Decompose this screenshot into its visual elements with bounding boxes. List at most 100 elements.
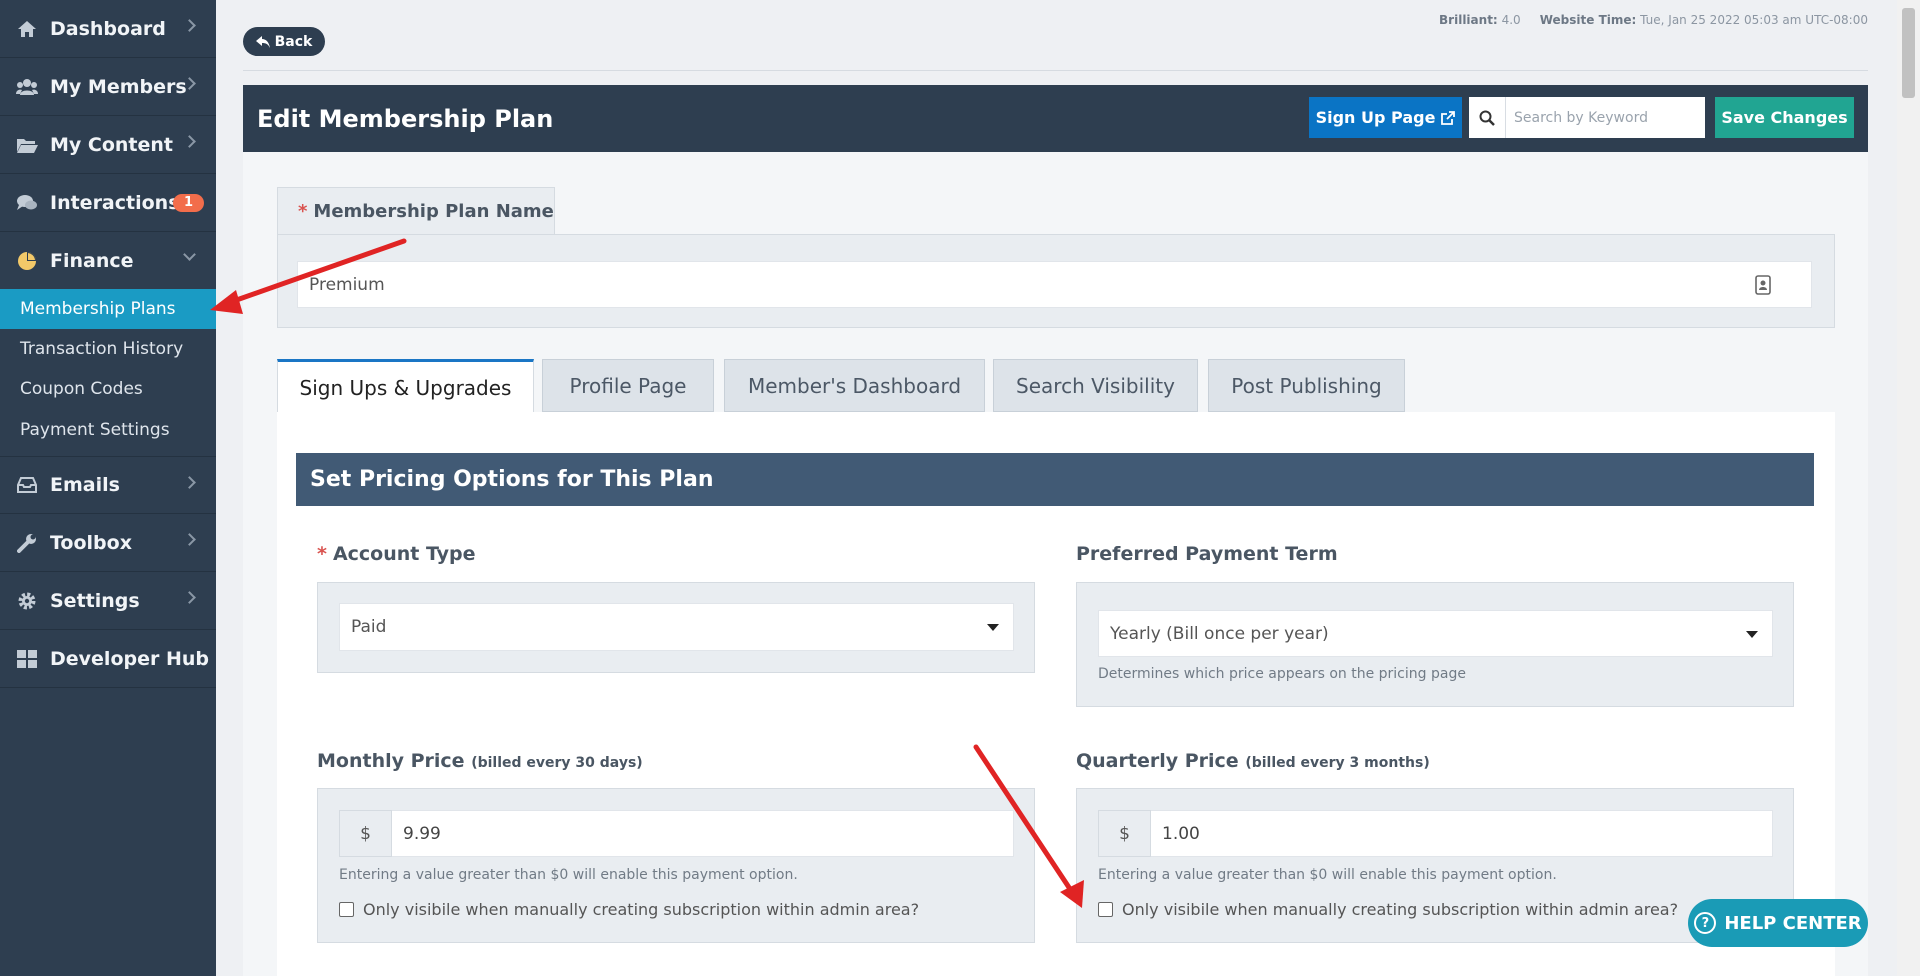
account-type-panel: Paid	[317, 582, 1035, 673]
monthly-price-label: Monthly Price (billed every 30 days)	[317, 750, 643, 772]
monthly-admin-only-checkbox-row: Only visibile when manually creating sub…	[339, 900, 919, 919]
chevron-right-icon	[183, 533, 196, 546]
question-icon: ?	[1694, 912, 1717, 934]
chevron-right-icon	[183, 135, 196, 148]
finance-submenu: Membership Plans Transaction History Cou…	[0, 289, 216, 455]
quarterly-price-label: Quarterly Price (billed every 3 months)	[1076, 750, 1430, 772]
version-value: 4.0	[1501, 13, 1521, 27]
account-type-value: Paid	[351, 617, 387, 637]
sidebar-subitem-membership-plans[interactable]: Membership Plans	[0, 289, 216, 329]
quarterly-admin-only-checkbox[interactable]	[1098, 902, 1113, 917]
required-marker: *	[298, 201, 308, 222]
help-center-button[interactable]: ? HELP CENTER	[1688, 899, 1868, 947]
chevron-down-icon	[183, 248, 196, 261]
sidebar-item-settings[interactable]: Settings	[0, 572, 216, 630]
scrollbar[interactable]	[1897, 0, 1920, 976]
plan-name-value: Premium	[309, 274, 385, 295]
payment-term-help: Determines which price appears on the pr…	[1098, 666, 1466, 682]
caret-down-icon	[987, 624, 999, 631]
payment-term-label: Preferred Payment Term	[1076, 543, 1338, 565]
sidebar-item-label: Dashboard	[50, 17, 166, 40]
sidebar: Dashboard My Members My Content Interact…	[0, 0, 216, 976]
monthly-admin-only-checkbox[interactable]	[339, 902, 354, 917]
save-changes-button[interactable]: Save Changes	[1715, 97, 1854, 138]
reply-icon	[255, 35, 270, 48]
wrench-icon	[16, 533, 38, 553]
currency-addon: $	[339, 810, 392, 857]
sidebar-item-label: Emails	[50, 474, 120, 496]
payment-term-value: Yearly (Bill once per year)	[1110, 623, 1329, 644]
sidebar-item-my-members[interactable]: My Members	[0, 58, 216, 116]
account-type-label: * Account Type	[317, 543, 476, 565]
monthly-price-group: $ 9.99	[339, 810, 1014, 857]
website-time-label: Website Time:	[1539, 13, 1637, 27]
tab-sign-ups-upgrades[interactable]: Sign Ups & Upgrades	[277, 359, 534, 413]
pie-chart-icon	[16, 251, 38, 271]
quarterly-price-input[interactable]: 1.00	[1151, 810, 1773, 857]
scrollbar-thumb[interactable]	[1902, 8, 1915, 98]
monthly-price-panel: $ 9.99 Entering a value greater than $0 …	[317, 788, 1035, 943]
back-label: Back	[274, 33, 313, 50]
monthly-price-sublabel: (billed every 30 days)	[471, 755, 643, 771]
plan-name-label: * Membership Plan Name	[277, 187, 555, 235]
tab-profile-page[interactable]: Profile Page	[542, 359, 714, 412]
chevron-right-icon	[183, 476, 196, 489]
currency-addon: $	[1098, 810, 1151, 857]
page-title: Edit Membership Plan	[257, 105, 554, 133]
payment-term-select[interactable]: Yearly (Bill once per year)	[1098, 610, 1773, 657]
section-title: Set Pricing Options for This Plan	[296, 453, 1814, 506]
website-time-value: Tue, Jan 25 2022 05:03 am UTC-08:00	[1640, 13, 1868, 27]
account-type-label-text: Account Type	[332, 543, 476, 565]
tab-post-publishing[interactable]: Post Publishing	[1208, 359, 1405, 412]
sidebar-item-my-content[interactable]: My Content	[0, 116, 216, 174]
sidebar-item-label: Developer Hub	[50, 647, 209, 670]
comments-icon	[16, 193, 38, 213]
quarterly-price-sublabel: (billed every 3 months)	[1245, 755, 1430, 771]
monthly-price-help: Entering a value greater than $0 will en…	[339, 867, 798, 883]
sign-up-page-label: Sign Up Page	[1315, 108, 1436, 127]
sidebar-item-label: Settings	[50, 589, 140, 612]
sidebar-item-toolbox[interactable]: Toolbox	[0, 514, 216, 572]
sign-up-page-button[interactable]: Sign Up Page	[1309, 97, 1462, 138]
site-info: Brilliant: 4.0 Website Time: Tue, Jan 25…	[1439, 13, 1868, 27]
sidebar-item-developer-hub[interactable]: Developer Hub	[0, 630, 216, 688]
external-link-icon	[1441, 110, 1456, 125]
monthly-price-label-text: Monthly Price	[317, 750, 465, 772]
sidebar-item-label: My Members	[50, 75, 187, 98]
sidebar-subitem-transaction-history[interactable]: Transaction History	[0, 329, 216, 369]
sidebar-item-dashboard[interactable]: Dashboard	[0, 0, 216, 58]
search-icon[interactable]	[1469, 97, 1506, 138]
help-center-label: HELP CENTER	[1724, 912, 1862, 934]
back-button[interactable]: Back	[243, 27, 325, 56]
version-label: Brilliant:	[1439, 13, 1498, 27]
quarterly-admin-only-label: Only visibile when manually creating sub…	[1122, 900, 1679, 919]
contact-card-icon	[1755, 275, 1771, 300]
quarterly-price-group: $ 1.00	[1098, 810, 1773, 857]
inbox-icon	[16, 475, 38, 495]
quarterly-admin-only-checkbox-row: Only visibile when manually creating sub…	[1098, 900, 1678, 919]
chevron-right-icon	[183, 19, 196, 32]
sidebar-item-label: Interactions	[50, 191, 180, 214]
sidebar-item-interactions[interactable]: Interactions 1	[0, 174, 216, 232]
sidebar-subitem-payment-settings[interactable]: Payment Settings	[0, 410, 216, 450]
caret-down-icon	[1746, 630, 1758, 638]
quarterly-price-label-text: Quarterly Price	[1076, 750, 1239, 772]
quarterly-price-help: Entering a value greater than $0 will en…	[1098, 867, 1557, 883]
monthly-admin-only-label: Only visibile when manually creating sub…	[363, 900, 920, 919]
sidebar-subitem-coupon-codes[interactable]: Coupon Codes	[0, 369, 216, 409]
search-input[interactable]	[1506, 98, 1696, 137]
plan-name-label-text: Membership Plan Name	[313, 201, 554, 222]
tab-members-dashboard[interactable]: Member's Dashboard	[724, 359, 985, 412]
account-type-select[interactable]: Paid	[339, 603, 1014, 651]
plan-name-input[interactable]: Premium	[297, 261, 1812, 308]
monthly-price-input[interactable]: 9.99	[392, 810, 1014, 857]
quarterly-price-panel: $ 1.00 Entering a value greater than $0 …	[1076, 788, 1794, 943]
sidebar-item-finance[interactable]: Finance	[0, 232, 216, 290]
divider	[243, 70, 1868, 71]
sidebar-item-label: My Content	[50, 133, 174, 156]
folder-icon	[16, 135, 38, 155]
grid-icon	[16, 649, 38, 669]
tab-search-visibility[interactable]: Search Visibility	[993, 359, 1198, 412]
sidebar-item-emails[interactable]: Emails	[0, 456, 216, 514]
page-header: Edit Membership Plan Sign Up Page Save C…	[243, 85, 1868, 152]
